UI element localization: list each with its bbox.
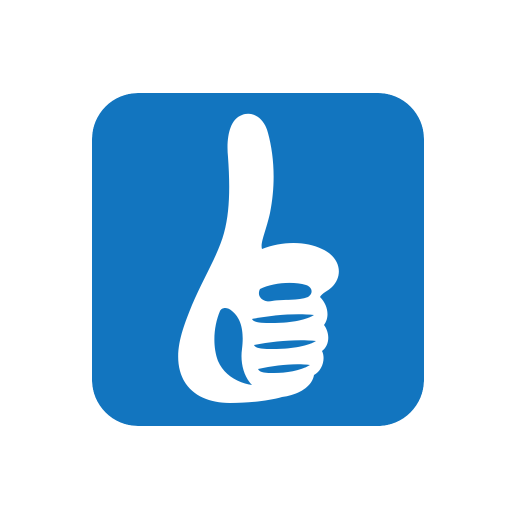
- canvas: [0, 0, 512, 512]
- thumbs-up-icon: [92, 93, 424, 426]
- app-icon[interactable]: [92, 93, 424, 426]
